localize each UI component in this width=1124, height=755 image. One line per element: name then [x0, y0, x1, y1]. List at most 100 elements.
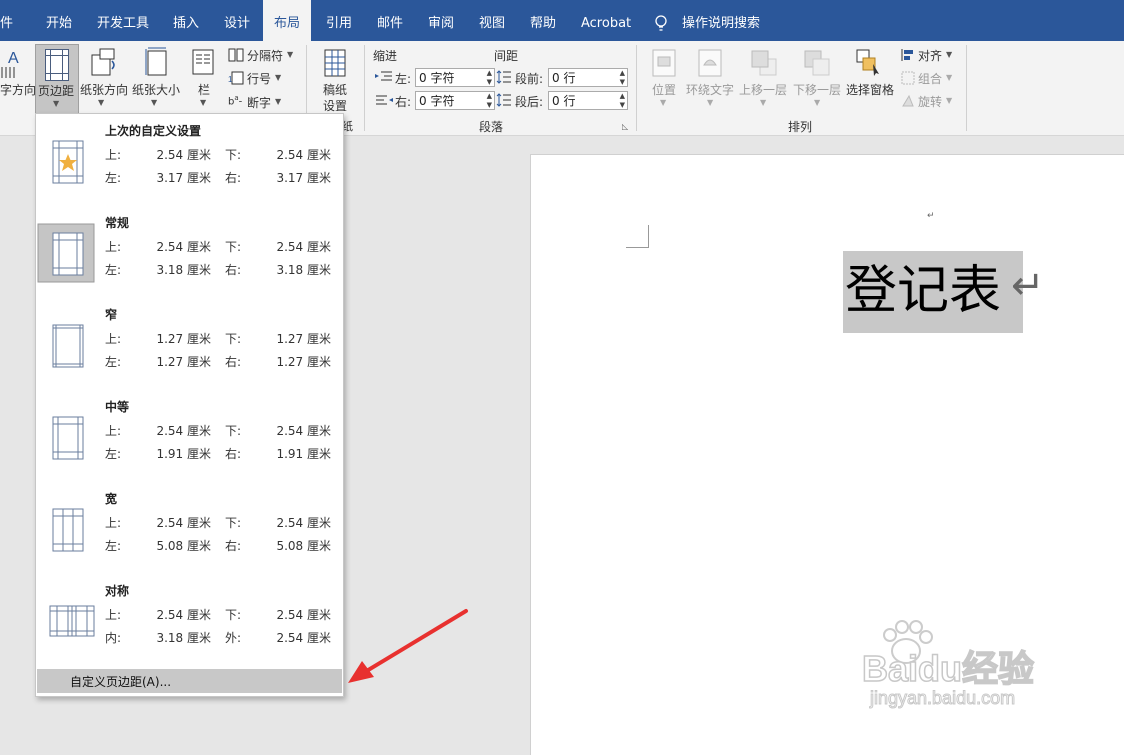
wrap-text-button[interactable]: 环绕文字 [686, 81, 734, 98]
indent-title: 缩进 [373, 49, 398, 63]
orientation-button[interactable]: 纸张方向 [80, 81, 128, 98]
tab-references[interactable]: 引用 [326, 0, 352, 41]
margin-key: 右: [225, 171, 242, 185]
space-before-input[interactable]: 0 行 ▲ ▼ [548, 68, 628, 87]
margins-button[interactable]: 页边距 ▼ [35, 44, 79, 114]
document-title[interactable]: 登记表 [845, 255, 1001, 327]
draft-paper-label-2[interactable]: 设置 [323, 97, 347, 114]
tab-review[interactable]: 审阅 [428, 0, 454, 41]
wrap-text-icon [698, 49, 722, 80]
margin-value: 3.18 厘米 [156, 631, 211, 645]
tab-developer[interactable]: 开发工具 [97, 0, 149, 41]
tab-file[interactable]: 件 [0, 0, 13, 41]
margin-value: 2.54 厘米 [276, 516, 331, 530]
spin-arrows-icon[interactable]: ▲ ▼ [487, 69, 492, 87]
spin-arrows-icon[interactable]: ▲ ▼ [620, 92, 625, 110]
ribbon-separator [966, 45, 967, 131]
tab-layout[interactable]: 布局 [263, 0, 311, 41]
align-button[interactable]: 对齐 [918, 47, 942, 64]
margin-option[interactable]: 宽上: 2.54 厘米 下: 2.54 厘米 左: 5.08 厘米 右: 5.08 厘米 [36, 482, 343, 572]
margin-key: 内: [105, 631, 122, 645]
red-arrow-annotation [348, 609, 468, 683]
menu-bar: 件 开始 开发工具 插入 设计 布局 引用 邮件 审阅 视图 帮助 Acroba… [0, 0, 1124, 41]
space-after-icon [496, 93, 512, 110]
tab-acrobat[interactable]: Acrobat [581, 0, 631, 41]
draft-paper-label-1[interactable]: 稿纸 [323, 81, 347, 98]
indent-left-input[interactable]: 0 字符 ▲ ▼ [415, 68, 495, 87]
margin-key: 上: [105, 608, 122, 622]
custom-margins-label: 自定义页边距(A)... [70, 675, 172, 689]
custom-margins-item[interactable]: 自定义页边距(A)... [37, 669, 342, 693]
space-after-value: 0 行 [552, 94, 576, 108]
tab-mailings[interactable]: 邮件 [377, 0, 403, 41]
tab-insert[interactable]: 插入 [173, 0, 199, 41]
margin-option-name: 对称 [105, 584, 130, 598]
dialog-launcher-icon[interactable]: ◺ [622, 122, 628, 131]
chevron-down-icon: ▼ [946, 73, 953, 82]
margin-value: 1.27 厘米 [156, 355, 211, 369]
line-numbers-button[interactable]: 行号 [247, 70, 271, 87]
send-backward-button[interactable]: 下移一层 [793, 81, 841, 98]
margins-label: 页边距 [38, 84, 75, 98]
spin-arrows-icon[interactable]: ▲ ▼ [620, 69, 625, 87]
margin-value: 2.54 厘米 [276, 631, 331, 645]
margin-key: 下: [225, 516, 242, 530]
margin-value: 2.54 厘米 [276, 240, 331, 254]
margin-option[interactable]: 对称 上: 2.54 厘米 下: 2.54 厘米 内: 3.18 厘米 外: 2.54 厘米 [36, 574, 343, 664]
tab-help[interactable]: 帮助 [530, 0, 556, 41]
margin-key: 左: [105, 171, 122, 185]
indent-right-label: 右: [395, 95, 412, 109]
margin-key: 上: [105, 424, 122, 438]
margin-key: 左: [105, 355, 122, 369]
send-backward-icon [803, 49, 831, 80]
space-before-icon [496, 70, 512, 87]
margin-key: 下: [225, 424, 242, 438]
tell-me-search[interactable]: 操作说明搜索 [682, 0, 760, 41]
position-button[interactable]: 位置 [652, 81, 676, 98]
orientation-icon[interactable] [90, 47, 120, 80]
breaks-button[interactable]: 分隔符 [247, 47, 283, 64]
document-page[interactable]: ↵ 登记表 ↵ [530, 154, 1124, 755]
margin-value: 3.18 厘米 [156, 263, 211, 277]
group-label-paragraph: 段落 [479, 120, 504, 134]
margin-value: 3.18 厘米 [276, 263, 331, 277]
margin-option[interactable]: 上次的自定义设置 上: 2.54 厘米 下: 2.54 厘米 左: 3.17 厘米 右: 3.1… [36, 114, 343, 204]
margin-key: 上: [105, 516, 122, 530]
tab-design[interactable]: 设计 [224, 0, 250, 41]
margin-key: 左: [105, 447, 122, 461]
indent-right-input[interactable]: 0 字符 ▲ ▼ [415, 91, 495, 110]
margin-option[interactable]: 常规 上: 2.54 厘米 下: 2.54 厘米 左: 3.18 厘米 右: 3.18 厘米 [36, 206, 343, 296]
margin-option-name: 宽 [105, 492, 118, 506]
page-margins-icon [48, 506, 88, 552]
margin-value: 5.08 厘米 [156, 539, 211, 553]
chevron-down-icon: ▼ [275, 97, 282, 106]
tab-home[interactable]: 开始 [46, 0, 72, 41]
hyphenation-icon: ba- [228, 94, 243, 108]
indent-left-label: 左: [395, 72, 412, 86]
text-direction-icon[interactable]: A [0, 47, 24, 82]
selection-pane-icon [855, 48, 883, 81]
margin-option-name: 中等 [105, 400, 130, 414]
chevron-down-icon: ▼ [151, 98, 158, 107]
columns-button[interactable]: 栏 [198, 81, 210, 98]
watermark-brand: Baidu经验 [861, 647, 1035, 690]
bring-forward-button[interactable]: 上移一层 [739, 81, 787, 98]
selection-pane-button[interactable]: 选择窗格 [846, 81, 894, 98]
tab-view[interactable]: 视图 [479, 0, 505, 41]
page-size-button[interactable]: 纸张大小 [132, 81, 180, 98]
rotate-icon [901, 94, 915, 111]
space-after-input[interactable]: 0 行 ▲ ▼ [548, 91, 628, 110]
rotate-button[interactable]: 旋转 [918, 93, 942, 110]
margin-option[interactable]: 窄上: 1.27 厘米 下: 1.27 厘米 左: 1.27 厘米 右: 1.27 厘米 [36, 298, 343, 388]
group-button[interactable]: 组合 [918, 70, 942, 87]
columns-icon[interactable] [192, 49, 214, 78]
margin-option[interactable]: 中等 上: 2.54 厘米 下: 2.54 厘米 左: 1.91 厘米 右: 1.91 厘米 [36, 390, 343, 480]
margin-key: 左: [105, 539, 122, 553]
text-direction-button[interactable]: 字方向 [0, 81, 36, 98]
hyphenation-button[interactable]: 断字 [247, 94, 271, 111]
spin-arrows-icon[interactable]: ▲ ▼ [487, 92, 492, 110]
draft-paper-icon[interactable] [324, 49, 346, 80]
page-size-icon[interactable] [144, 47, 170, 80]
margin-value: 1.27 厘米 [276, 355, 331, 369]
margins-icon [45, 49, 69, 81]
